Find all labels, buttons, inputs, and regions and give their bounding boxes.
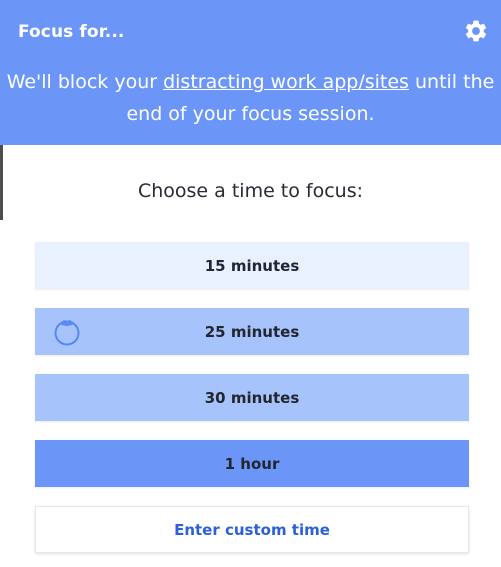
option-label: 1 hour bbox=[224, 454, 280, 473]
header-title: Focus for... bbox=[18, 22, 125, 42]
option-label: 30 minutes bbox=[204, 388, 300, 407]
option-1-hour[interactable]: 1 hour bbox=[35, 440, 469, 487]
option-label: 25 minutes bbox=[204, 322, 300, 341]
custom-time-label: Enter custom time bbox=[174, 520, 330, 539]
option-25-minutes[interactable]: 25 minutes bbox=[35, 308, 469, 355]
choose-time-prompt: Choose a time to focus: bbox=[137, 180, 364, 202]
option-label: 15 minutes bbox=[204, 256, 300, 275]
gear-icon[interactable] bbox=[463, 18, 489, 44]
focus-header: Focus for... We'll block your distractin… bbox=[0, 0, 501, 145]
desc-before: We'll block your bbox=[6, 71, 164, 93]
tomato-icon bbox=[54, 320, 80, 346]
distracting-sites-link[interactable]: distracting work app/sites bbox=[163, 71, 409, 93]
header-description: We'll block your distracting work app/si… bbox=[0, 66, 501, 130]
option-30-minutes[interactable]: 30 minutes bbox=[35, 374, 469, 421]
option-15-minutes[interactable]: 15 minutes bbox=[35, 242, 469, 289]
focus-popup: Focus for... We'll block your distractin… bbox=[0, 0, 501, 567]
enter-custom-time-button[interactable]: Enter custom time bbox=[35, 506, 469, 553]
